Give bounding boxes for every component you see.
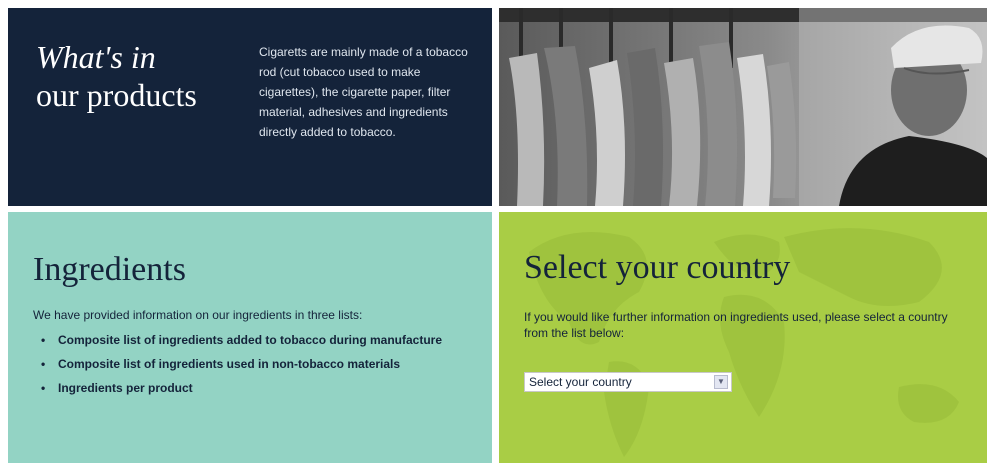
tobacco-leaves-farmer-photo-icon: [499, 8, 987, 206]
intro-title-line1: What's in: [36, 39, 156, 75]
country-select-value: Select your country: [529, 375, 632, 389]
intro-description: Cigaretts are mainly made of a tobacco r…: [259, 45, 468, 139]
intro-title: What's in our products: [36, 38, 197, 114]
ingredients-list-item-tobacco[interactable]: Composite list of ingredients added to t…: [33, 332, 473, 348]
ingredients-title: Ingredients: [33, 251, 186, 288]
country-title: Select your country: [524, 249, 791, 286]
country-description: If you would like further information on…: [524, 310, 948, 340]
ingredients-list-item-non-tobacco[interactable]: Composite list of ingredients used in no…: [33, 356, 473, 372]
intro-title-line2: our products: [36, 77, 197, 113]
country-select[interactable]: Select your country ▼: [524, 372, 732, 392]
ingredients-list: Composite list of ingredients added to t…: [33, 332, 473, 404]
tobacco-photo: [499, 8, 987, 206]
ingredients-list-item-per-product[interactable]: Ingredients per product: [33, 380, 473, 396]
chevron-down-icon[interactable]: ▼: [714, 375, 728, 389]
ingredients-panel: Ingredients We have provided information…: [8, 212, 492, 463]
country-panel: Select your country If you would like fu…: [499, 212, 987, 463]
ingredients-intro: We have provided information on our ingr…: [33, 308, 363, 322]
intro-panel: What's in our products Cigaretts are mai…: [8, 8, 492, 206]
